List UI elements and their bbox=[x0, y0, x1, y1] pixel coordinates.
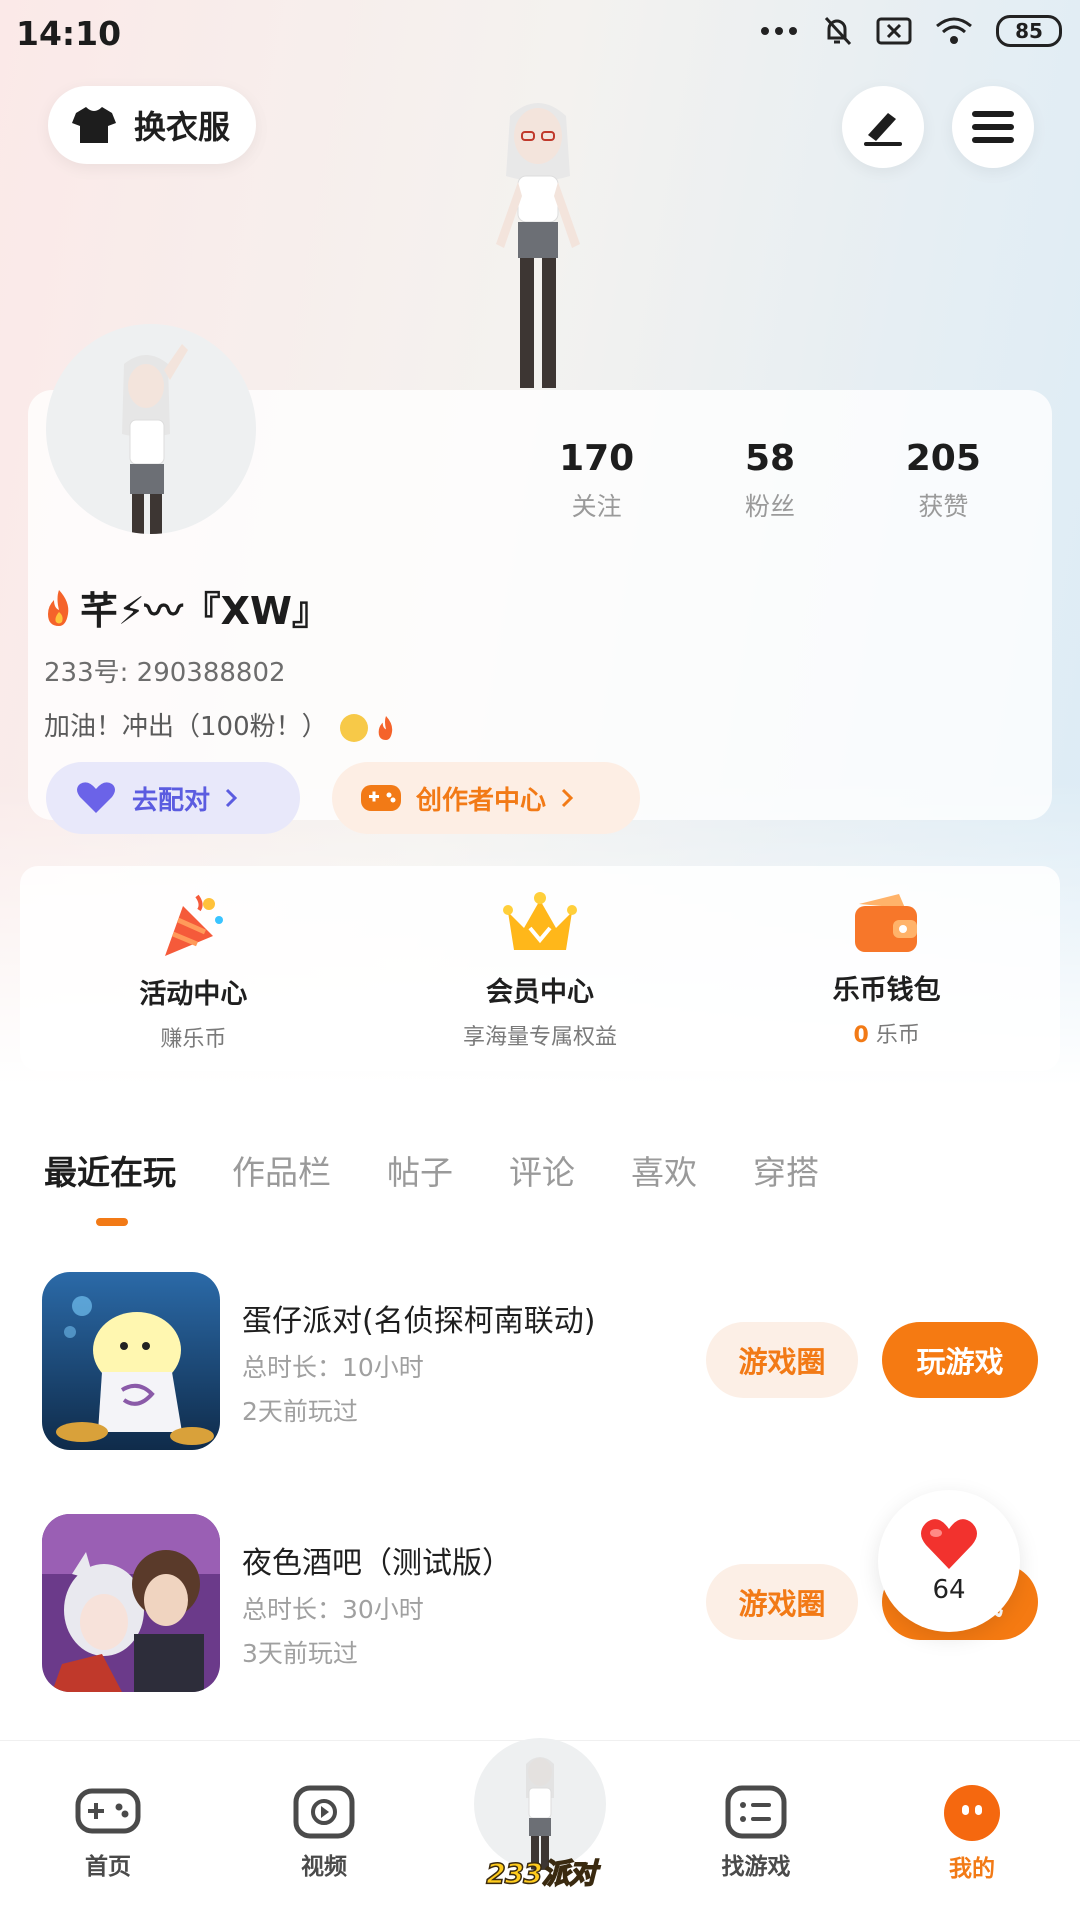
tshirt-icon bbox=[72, 107, 116, 143]
wifi-icon bbox=[936, 17, 972, 44]
fire-icon bbox=[378, 715, 393, 740]
game-title: 蛋仔派对(名侦探柯南联动) bbox=[242, 1304, 596, 1339]
feature-subtitle: 0 乐币 bbox=[854, 1017, 920, 1049]
battery-indicator: 85 bbox=[996, 15, 1062, 47]
list-icon bbox=[725, 1785, 787, 1839]
eggy-party-game-icon bbox=[42, 1272, 220, 1450]
game-circle-button[interactable]: 游戏圈 bbox=[706, 1564, 858, 1640]
feature-title: 会员中心 bbox=[486, 977, 594, 1008]
list-item[interactable]: 蛋仔派对(名侦探柯南联动) 总时长：10小时 2天前玩过 游戏圈 玩游戏 bbox=[42, 1272, 1042, 1452]
heart-icon bbox=[921, 1519, 977, 1569]
nav-label: 我的 bbox=[949, 1856, 995, 1882]
avatar-3d-figure[interactable] bbox=[448, 96, 628, 392]
nav-item-video[interactable]: 视频 bbox=[254, 1783, 394, 1881]
membership-center[interactable]: 会员中心 享海量专属权益 bbox=[367, 866, 714, 1071]
avatar[interactable] bbox=[46, 324, 256, 534]
chevron-right-icon bbox=[225, 788, 238, 808]
user-bio-text: 加油！冲出（100粉！） bbox=[44, 712, 328, 742]
user-id: 233号: 290388802 bbox=[44, 658, 286, 688]
crown-icon bbox=[503, 892, 577, 950]
wallet-icon bbox=[854, 894, 917, 952]
stat-label: 粉丝 bbox=[744, 492, 795, 521]
creator-center-button[interactable]: 创作者中心 bbox=[332, 762, 640, 834]
gamepad-icon bbox=[361, 785, 401, 811]
game-circle-button[interactable]: 游戏圈 bbox=[706, 1322, 858, 1398]
party-logo-label[interactable]: 233派对 bbox=[476, 1852, 606, 1892]
edit-button[interactable] bbox=[842, 86, 924, 168]
stat-value: 58 bbox=[744, 438, 796, 479]
username: 芊⚡〰『XW』 bbox=[44, 580, 330, 635]
coin-balance: 0 bbox=[853, 1023, 869, 1048]
nav-item-home[interactable]: 首页 bbox=[38, 1783, 178, 1881]
emoji-icon bbox=[339, 713, 368, 742]
tab-comments[interactable]: 评论 bbox=[509, 1146, 575, 1194]
gamepad-icon bbox=[75, 1788, 141, 1834]
profile-tabs: 最近在玩 作品栏 帖子 评论 喜欢 穿搭 bbox=[44, 1146, 875, 1194]
change-outfit-label: 换衣服 bbox=[134, 108, 231, 146]
pencil-icon bbox=[864, 113, 902, 146]
feature-title: 活动中心 bbox=[139, 979, 248, 1010]
more-dots-icon bbox=[761, 27, 797, 35]
status-time: 14:10 bbox=[16, 14, 122, 53]
fire-icon bbox=[48, 589, 69, 626]
hamburger-menu-icon bbox=[972, 111, 1014, 143]
match-label: 去配对 bbox=[132, 785, 211, 816]
tab-works[interactable]: 作品栏 bbox=[232, 1146, 331, 1194]
nav-center-avatar[interactable] bbox=[474, 1738, 606, 1870]
profile-face-icon bbox=[944, 1785, 1000, 1841]
stat-value: 205 bbox=[905, 438, 981, 479]
tab-indicator bbox=[96, 1218, 128, 1226]
avatar-figure-icon bbox=[122, 344, 188, 534]
like-count: 64 bbox=[932, 1575, 966, 1605]
video-play-icon bbox=[293, 1785, 355, 1839]
tab-outfits[interactable]: 穿搭 bbox=[753, 1146, 819, 1194]
stat-following[interactable]: 170 关注 bbox=[510, 438, 683, 523]
stat-fans[interactable]: 58 粉丝 bbox=[683, 438, 856, 523]
game-playtime: 总时长：10小时 bbox=[242, 1353, 424, 1382]
tab-likes[interactable]: 喜欢 bbox=[631, 1146, 697, 1194]
night-bar-game-icon bbox=[42, 1514, 220, 1692]
game-playtime: 总时长：30小时 bbox=[242, 1595, 424, 1624]
game-title: 夜色酒吧（测试版） bbox=[242, 1546, 512, 1581]
bell-mute-icon bbox=[824, 16, 852, 46]
coin-unit: 乐币 bbox=[875, 1023, 920, 1048]
feature-shortcuts: 活动中心 赚乐币 会员中心 享海量专属权益 乐币钱包 0 乐币 bbox=[20, 866, 1060, 1071]
nav-item-find-games[interactable]: 找游戏 bbox=[686, 1783, 826, 1881]
stat-label: 关注 bbox=[571, 492, 622, 521]
menu-button[interactable] bbox=[952, 86, 1034, 168]
floating-like-button[interactable]: 64 bbox=[878, 1490, 1020, 1632]
coin-wallet[interactable]: 乐币钱包 0 乐币 bbox=[713, 866, 1060, 1071]
game-last-played: 3天前玩过 bbox=[242, 1639, 358, 1668]
user-bio: 加油！冲出（100粉！） bbox=[44, 706, 396, 743]
status-bar: 14:10 85 bbox=[0, 0, 1080, 66]
status-icons: 85 bbox=[760, 14, 1062, 48]
feature-subtitle: 赚乐币 bbox=[160, 1027, 227, 1052]
game-last-played: 2天前玩过 bbox=[242, 1397, 358, 1426]
change-outfit-button[interactable]: 换衣服 bbox=[48, 86, 257, 164]
stat-label: 获赞 bbox=[918, 492, 969, 521]
nav-label: 首页 bbox=[85, 1854, 131, 1880]
username-text: 芊⚡〰『XW』 bbox=[80, 589, 330, 633]
chevron-right-icon bbox=[561, 788, 574, 808]
play-game-button[interactable]: 玩游戏 bbox=[882, 1322, 1038, 1398]
stat-value: 170 bbox=[559, 438, 635, 479]
activity-center[interactable]: 活动中心 赚乐币 bbox=[20, 866, 367, 1071]
feature-subtitle: 享海量专属权益 bbox=[463, 1025, 618, 1050]
nav-item-me[interactable]: 我的 bbox=[902, 1783, 1042, 1883]
game-thumbnail[interactable] bbox=[42, 1272, 220, 1450]
match-button[interactable]: 去配对 bbox=[46, 762, 300, 834]
sim-off-icon bbox=[876, 17, 912, 45]
nav-label: 找游戏 bbox=[721, 1854, 791, 1880]
tab-posts[interactable]: 帖子 bbox=[387, 1146, 453, 1194]
game-thumbnail[interactable] bbox=[42, 1514, 220, 1692]
feature-title: 乐币钱包 bbox=[832, 975, 941, 1006]
tab-recently-played[interactable]: 最近在玩 bbox=[44, 1146, 176, 1194]
heart-icon bbox=[77, 782, 115, 813]
party-popper-icon bbox=[165, 894, 224, 956]
creator-center-label: 创作者中心 bbox=[416, 785, 547, 816]
nav-label: 视频 bbox=[301, 1854, 347, 1880]
profile-stats: 170 关注 58 粉丝 205 获赞 bbox=[510, 438, 1030, 523]
avatar-figure-icon bbox=[526, 1757, 554, 1870]
stat-likes[interactable]: 205 获赞 bbox=[857, 438, 1030, 523]
